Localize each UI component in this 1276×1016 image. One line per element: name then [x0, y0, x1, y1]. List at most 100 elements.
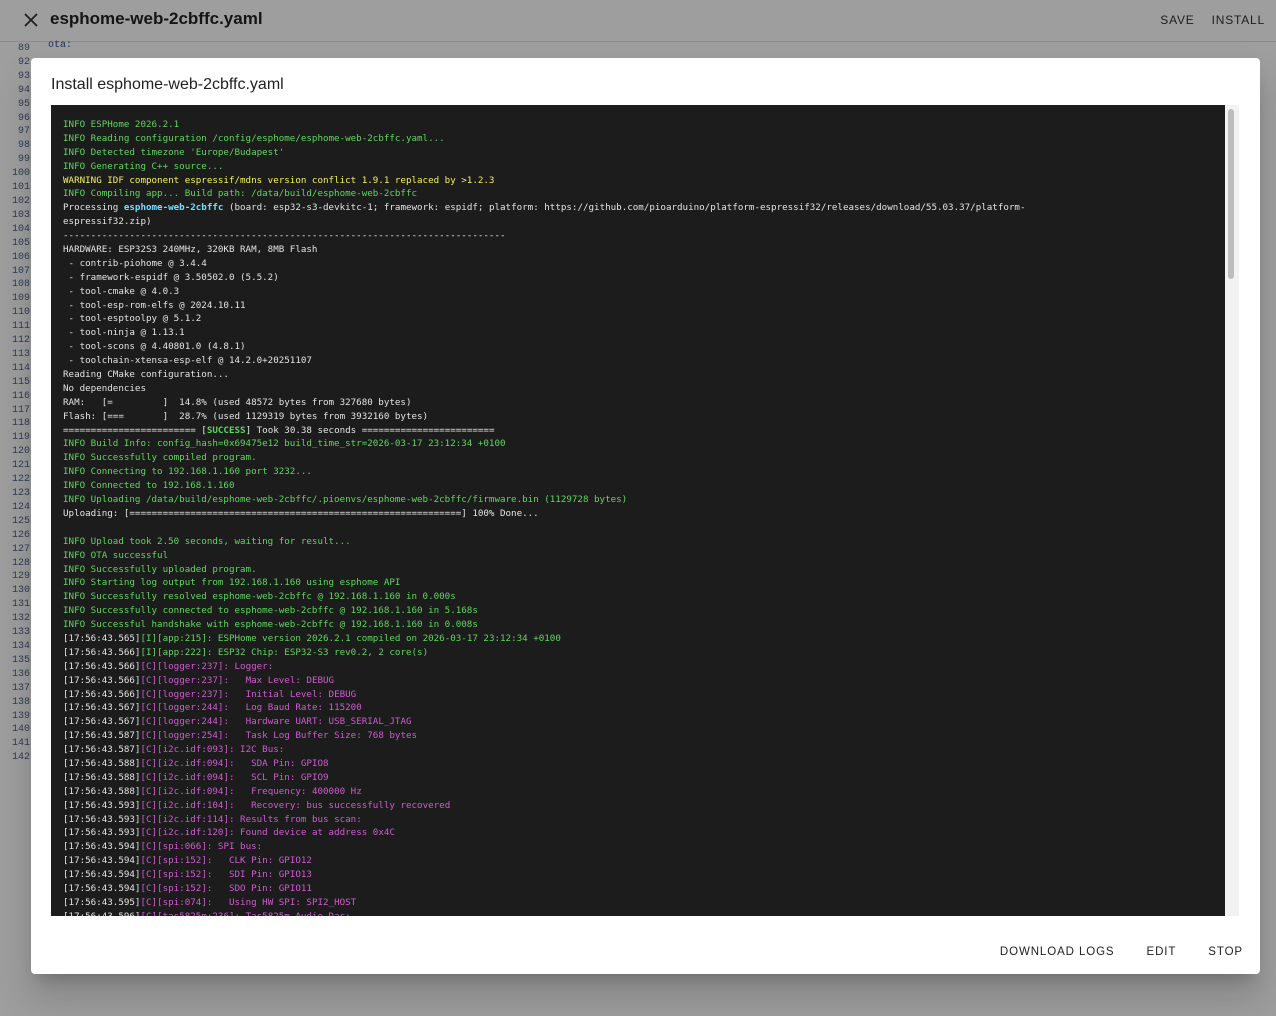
line-number: 138 [11, 696, 30, 708]
install-log-terminal[interactable]: INFO ESPHome 2026.2.1 INFO Reading config… [51, 105, 1225, 916]
line-number: 97 [17, 126, 30, 138]
code-line: ota: [48, 40, 73, 51]
log-timestamp: [17:56:43.566] [63, 646, 141, 658]
log-line: [17:56:43.593][C][i2c.idf:114]: Results … [63, 813, 1213, 827]
log-scrollbar[interactable] [1225, 105, 1239, 916]
line-number: 126 [11, 529, 30, 541]
log-level: [C] [140, 911, 157, 916]
log-line: No dependencies [63, 382, 146, 394]
line-number: 141 [11, 738, 30, 750]
log-timestamp: [17:56:43.594] [63, 869, 141, 881]
log-message: [logger:244]: Log Baud Rate: 115200 [157, 702, 362, 714]
log-line: INFO Successfully uploaded program. [63, 563, 257, 575]
log-line: INFO Detected timezone 'Europe/Budapest' [63, 146, 285, 158]
log-level: [C] [140, 688, 158, 700]
log-line: [17:56:43.594][C][spi:152]: SDI Pin: GPI… [63, 868, 1213, 882]
log-timestamp: [17:56:43.588] [63, 785, 141, 797]
install-dialog: Install esphome-web-2cbffc.yaml INFO ESP… [31, 58, 1260, 974]
log-text: (board: esp32-s3-devkitc-1; framework: e… [223, 202, 1026, 214]
log-message: [tas5825m:236]: Tas5825m Audio Dac: [157, 911, 351, 916]
line-number: 122 [11, 474, 30, 486]
line-number: 110 [11, 307, 30, 319]
log-timestamp: [17:56:43.566] [63, 674, 141, 686]
line-number: 125 [11, 515, 30, 527]
line-number: 136 [11, 668, 30, 680]
log-message: [app:215]: ESPHome version 2026.2.1 comp… [157, 632, 561, 644]
line-number-gutter: 89 92 93 94 95 96 97 98 99 100 101 102 103 104 105 106 1… [0, 42, 30, 765]
log-text: ] Took 30.38 seconds ===================… [245, 424, 495, 436]
log-line: - toolchain-xtensa-esp-elf @ 14.2.0+2025… [63, 355, 312, 367]
line-number: 104 [11, 223, 30, 235]
log-line: INFO Reading configuration /config/espho… [63, 132, 445, 144]
line-number: 119 [11, 432, 30, 444]
log-level: [C] [140, 813, 158, 825]
log-level: [C] [140, 785, 158, 797]
line-number: 93 [17, 70, 30, 82]
log-line: - tool-esp-rom-elfs @ 2024.10.11 [63, 299, 246, 311]
close-icon [24, 13, 38, 27]
line-number: 89 [17, 43, 30, 54]
log-line: espressif32.zip) [63, 216, 152, 228]
line-number: 124 [11, 501, 30, 513]
line-number: 114 [11, 362, 30, 374]
log-line: [17:56:43.567][C][logger:244]: Log Baud … [63, 701, 1213, 715]
log-line: [17:56:43.565][I][app:215]: ESPHome vers… [63, 632, 1213, 646]
log-timestamp: [17:56:43.595] [63, 896, 141, 908]
download-logs-button[interactable]: DOWNLOAD LOGS [1000, 946, 1115, 958]
log-level: [C] [140, 799, 158, 811]
log-timestamp: [17:56:43.588] [63, 771, 141, 783]
log-line: INFO Compiling app... Build path: /data/… [63, 188, 418, 200]
log-line: [17:56:43.567][C][logger:244]: Hardware … [63, 715, 1213, 729]
dialog-title: Install esphome-web-2cbffc.yaml [51, 76, 284, 93]
line-number: 132 [11, 613, 30, 625]
line-number: 96 [17, 112, 30, 124]
log-line: [17:56:43.593][C][i2c.idf:120]: Found de… [63, 826, 1213, 840]
log-level: [C] [140, 771, 158, 783]
log-output: INFO ESPHome 2026.2.1 INFO Reading config… [63, 118, 1213, 916]
install-button[interactable]: INSTALL [1212, 13, 1265, 27]
log-level: [I] [140, 646, 158, 658]
log-timestamp: [17:56:43.587] [63, 730, 141, 742]
line-number: 107 [11, 265, 30, 277]
line-number: 118 [11, 418, 30, 430]
line-number: 101 [11, 182, 30, 194]
log-level: [C] [140, 827, 158, 839]
line-number: 117 [11, 404, 30, 416]
log-line: INFO Starting log output from 192.168.1.… [63, 577, 401, 589]
log-timestamp: [17:56:43.565] [63, 632, 141, 644]
log-line: [17:56:43.595][C][spi:074]: Using HW SPI… [63, 896, 1213, 910]
log-line: Reading CMake configuration... [63, 369, 229, 381]
log-line: - tool-cmake @ 4.0.3 [63, 285, 180, 297]
log-text: ======================== [ [63, 424, 207, 436]
line-number: 108 [11, 279, 30, 291]
save-button[interactable]: SAVE [1160, 13, 1194, 27]
editor-topbar: esphome-web-2cbffc.yaml SAVE INSTALL [0, 0, 1276, 42]
log-line: [17:56:43.596][C][tas5825m:236]: Tas5825… [63, 910, 1213, 916]
log-line: INFO Successfully compiled program. [63, 452, 257, 464]
stop-button[interactable]: STOP [1208, 946, 1243, 958]
line-number: 111 [11, 321, 30, 333]
log-message: [spi:152]: SDO Pin: GPIO11 [157, 882, 312, 894]
log-line: - contrib-piohome @ 3.4.4 [63, 257, 207, 269]
log-timestamp: [17:56:43.593] [63, 813, 141, 825]
log-level: [C] [140, 896, 158, 908]
log-line: INFO Generating C++ source... [63, 160, 224, 172]
log-message: [logger:237]: Initial Level: DEBUG [157, 688, 357, 700]
scrollbar-thumb[interactable] [1228, 109, 1234, 279]
log-line: - tool-scons @ 4.40801.0 (4.8.1) [63, 341, 246, 353]
edit-button[interactable]: EDIT [1147, 946, 1177, 958]
log-message: [i2c.idf:094]: SDA Pin: GPIO8 [157, 757, 329, 769]
log-level: [I] [140, 632, 158, 644]
log-message: [i2c.idf:114]: Results from bus scan: [157, 813, 362, 825]
log-message: [logger:244]: Hardware UART: USB_SERIAL_… [157, 716, 412, 728]
log-line: INFO ESPHome 2026.2.1 [63, 119, 180, 130]
log-line: - tool-esptoolpy @ 5.1.2 [63, 313, 202, 325]
log-text: Processing [63, 202, 124, 214]
line-number: 127 [11, 543, 30, 555]
log-timestamp: [17:56:43.593] [63, 827, 141, 839]
log-line: Processing esphome-web-2cbffc (board: es… [63, 201, 1213, 215]
line-number: 134 [11, 640, 30, 652]
close-editor-button[interactable] [20, 9, 42, 31]
log-level: [C] [140, 757, 158, 769]
